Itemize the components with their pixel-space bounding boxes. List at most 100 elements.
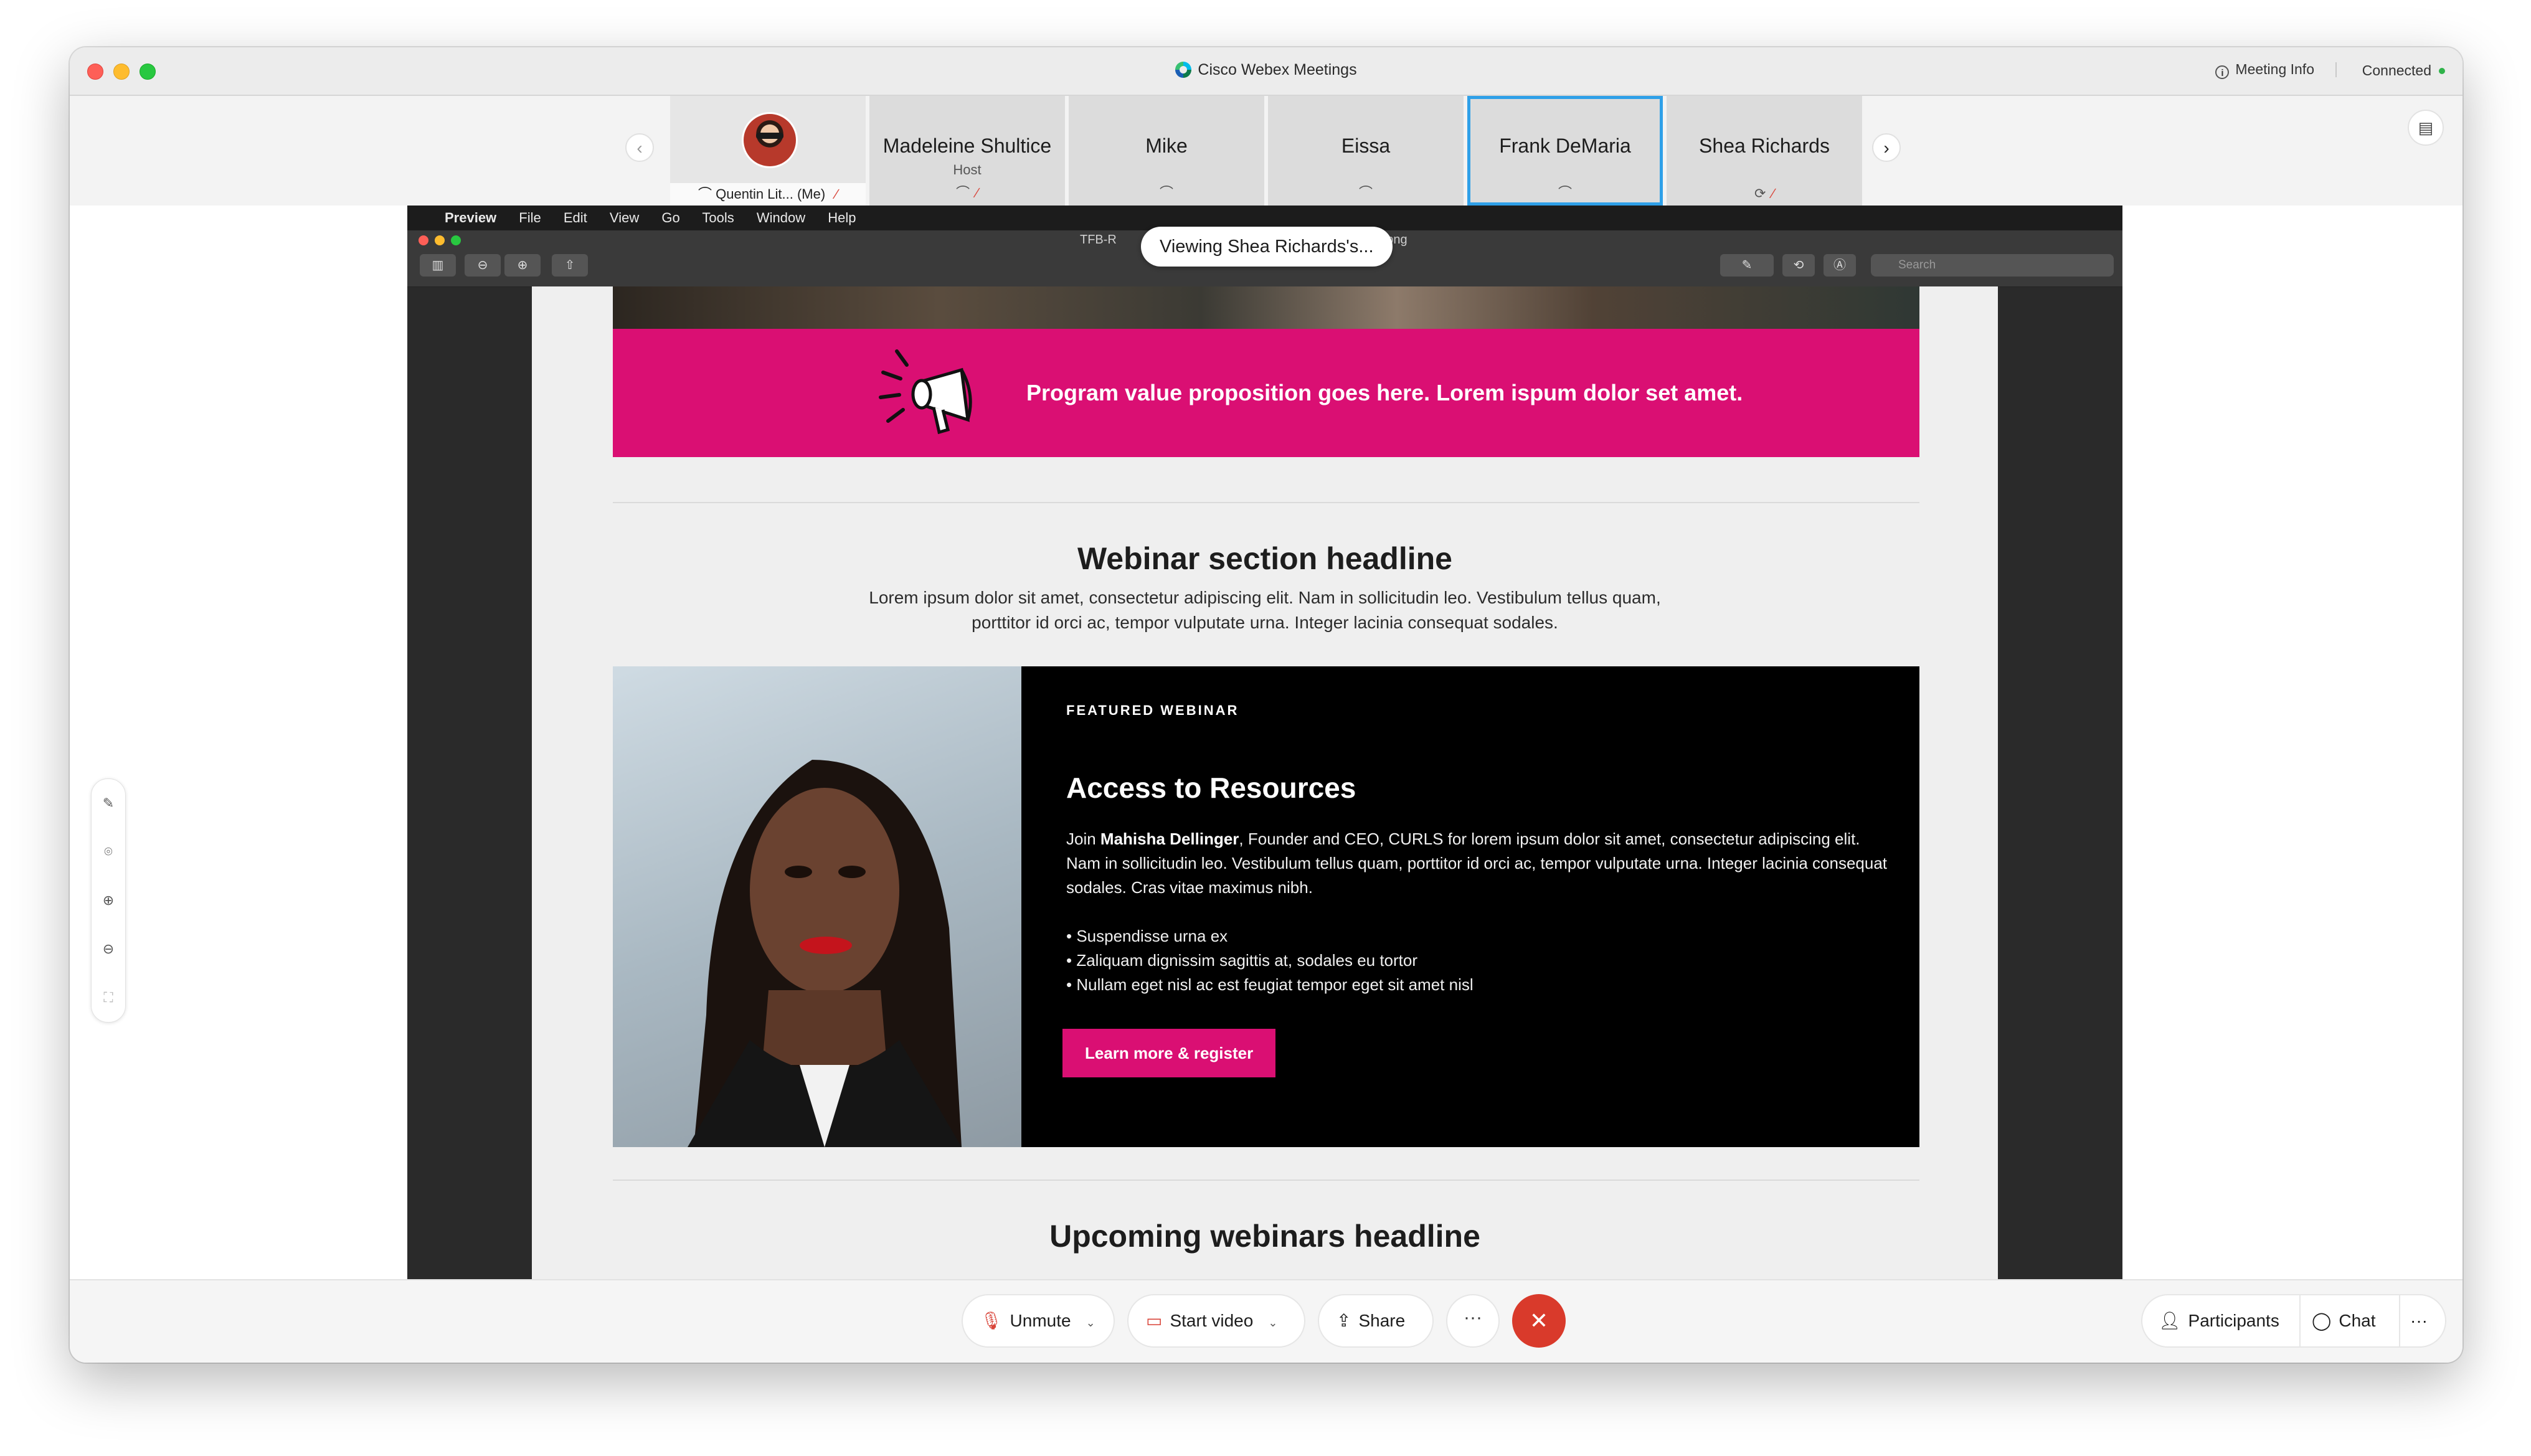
participant-name: Eissa	[1341, 135, 1391, 157]
info-icon: i	[2215, 65, 2230, 79]
annotation-toolbar: ✎ ⌾ ⊕ ⊖ ⛶	[91, 778, 126, 1023]
list-item: • Nullam eget nisl ac est feugiat tempor…	[1066, 975, 1474, 994]
panels-divider	[2399, 1295, 2400, 1346]
participant-name: Shea Richards	[1699, 135, 1830, 157]
participant-name: Frank DeMaria	[1499, 135, 1631, 157]
participant-tile-me[interactable]: ⌒ Quentin Lit... (Me) ∕	[670, 96, 866, 206]
participant-tile-mike[interactable]: Mike ⌒	[1069, 96, 1264, 206]
close-icon: ✕	[1529, 1308, 1549, 1333]
menu-edit: Edit	[563, 210, 587, 225]
learn-more-register-button: Learn more & register	[1062, 1029, 1276, 1077]
participant-status: ⌒	[1470, 182, 1660, 202]
participant-tile-eissa[interactable]: Eissa ⌒	[1268, 96, 1464, 206]
header-photo	[613, 286, 1919, 329]
overflow-menu-button[interactable]: ···	[2410, 1295, 2428, 1346]
shared-search-field: Search	[1871, 254, 2114, 277]
zoom-in-icon: ⊕	[504, 254, 541, 277]
leave-meeting-button[interactable]: ✕	[1512, 1294, 1566, 1348]
avatar	[742, 112, 798, 168]
list-item: • Suspendisse urna ex	[1066, 927, 1228, 945]
start-video-label: Start video	[1170, 1311, 1254, 1330]
title-bar: Cisco Webex Meetings i Meeting Info Conne…	[70, 47, 2462, 96]
audio-icon: ⌒	[698, 186, 712, 202]
rotate-icon: ⟲	[1782, 254, 1815, 277]
participant-name: Madeleine Shultice	[882, 135, 1052, 157]
remote-control-icon[interactable]: ⌾	[92, 828, 125, 876]
sharing-icon: ⟳	[1754, 186, 1766, 201]
connection-status: Connected	[2362, 62, 2431, 78]
list-item: • Zaliquam dignissim sagittis at, sodale…	[1066, 951, 1418, 970]
participant-status: ⌒	[1268, 182, 1464, 202]
share-sheet-icon: ⇧	[552, 254, 588, 277]
sidebar-toggle-icon: ▥	[420, 254, 456, 277]
chat-button[interactable]: ◯ Chat	[2312, 1295, 2376, 1346]
upcoming-headline: Upcoming webinars headline	[1049, 1219, 1480, 1254]
menu-window: Window	[756, 210, 806, 225]
participant-status: ⌒	[1069, 182, 1264, 202]
more-options-button[interactable]: ···	[1446, 1294, 1500, 1348]
shared-close-dot-icon	[419, 235, 428, 245]
file-name-left: TFB-R	[1080, 233, 1117, 247]
share-button[interactable]: ⇪ Share	[1318, 1294, 1434, 1348]
mic-muted-icon: ∕	[1772, 186, 1775, 201]
connected-dot-icon	[2439, 68, 2445, 74]
video-off-icon: ▭	[1146, 1311, 1163, 1330]
shared-document: Program value proposition goes here. Lor…	[532, 286, 1998, 1279]
participant-status: ⟳ ∕	[1667, 186, 1862, 202]
participant-tile-madeleine[interactable]: Madeleine Shultice Host ⌒ ∕	[869, 96, 1065, 206]
participant-role: Host	[953, 162, 982, 177]
share-area: Preview File Edit View Go Tools Window H…	[70, 206, 2462, 1279]
participant-name: Mike	[1145, 135, 1188, 157]
mic-muted-icon: ∕	[976, 185, 978, 201]
speaker-photo-image	[688, 760, 962, 1147]
featured-webinar-card: FEATURED WEBINAR Access to Resources Joi…	[613, 666, 1919, 1147]
participant-status: ⌒ ∕	[869, 182, 1065, 202]
mic-muted-icon: 🎙︎	[980, 1311, 1003, 1330]
menu-view: View	[609, 210, 640, 225]
markup-icon: ✎	[1720, 254, 1774, 277]
chat-bubble-icon: ◯	[2312, 1311, 2332, 1330]
chevron-down-icon[interactable]: ⌄	[1268, 1297, 1277, 1348]
layout-icon[interactable]: ▤	[2408, 110, 2444, 146]
section-lede-line-2: porttitor id orci ac, tempor vulputate u…	[972, 613, 1558, 632]
previous-participants-button[interactable]: ‹	[625, 133, 654, 162]
body-prefix: Join	[1066, 830, 1100, 848]
participant-name: Quentin Lit...	[716, 186, 793, 202]
pen-icon[interactable]: ✎	[92, 779, 125, 828]
participant-tile-frank[interactable]: Frank DeMaria ⌒	[1467, 96, 1663, 206]
section-lede-line-1: Lorem ipsum dolor sit amet, consectetur …	[869, 588, 1661, 607]
app-title: Cisco Webex Meetings	[70, 61, 2462, 79]
menu-go: Go	[661, 210, 680, 225]
audio-icon: ⌒	[1358, 185, 1373, 201]
participant-tile-shea[interactable]: Shea Richards ⟳ ∕	[1667, 96, 1862, 206]
mic-muted-icon: ∕	[835, 186, 838, 202]
audio-icon: ⌒	[1558, 185, 1572, 201]
unmute-label: Unmute	[1010, 1311, 1071, 1330]
featured-body: Join Mahisha Dellinger, Founder and CEO,…	[1066, 827, 1895, 900]
fit-screen-icon[interactable]: ⛶	[92, 973, 125, 1022]
meeting-info-button[interactable]: i Meeting Info	[2215, 61, 2314, 79]
zoom-out-icon[interactable]: ⊖	[92, 925, 125, 973]
megaphone-icon	[879, 349, 972, 435]
participants-button[interactable]: 👤︎ Participants	[2159, 1295, 2279, 1346]
start-video-button[interactable]: ▭ Start video ⌄	[1127, 1294, 1305, 1348]
section-divider	[613, 1179, 1919, 1181]
chat-label: Chat	[2339, 1311, 2376, 1330]
unmute-button[interactable]: 🎙︎ Unmute ⌄	[962, 1294, 1115, 1348]
featured-bullets: • Suspendisse urna ex • Zaliquam digniss…	[1066, 924, 1895, 997]
webex-window: Cisco Webex Meetings i Meeting Info Conne…	[70, 47, 2462, 1363]
webex-logo-icon	[1175, 62, 1192, 78]
featured-kicker: FEATURED WEBINAR	[1066, 702, 1239, 718]
chevron-down-icon[interactable]: ⌄	[1086, 1297, 1095, 1348]
speaker-name: Mahisha Dellinger	[1100, 830, 1239, 848]
menu-preview: Preview	[445, 210, 497, 225]
shared-screen: Preview File Edit View Go Tools Window H…	[407, 206, 2122, 1279]
next-participants-button[interactable]: ›	[1872, 133, 1901, 162]
meeting-info-label: Meeting Info	[2235, 61, 2314, 77]
shared-zoom-dot-icon	[451, 235, 461, 245]
annotate-icon: Ⓐ	[1824, 254, 1856, 277]
audio-icon: ⌒	[1159, 185, 1173, 201]
participants-label: Participants	[2188, 1311, 2279, 1330]
search-placeholder: Search	[1898, 258, 1936, 272]
zoom-in-icon[interactable]: ⊕	[92, 876, 125, 925]
